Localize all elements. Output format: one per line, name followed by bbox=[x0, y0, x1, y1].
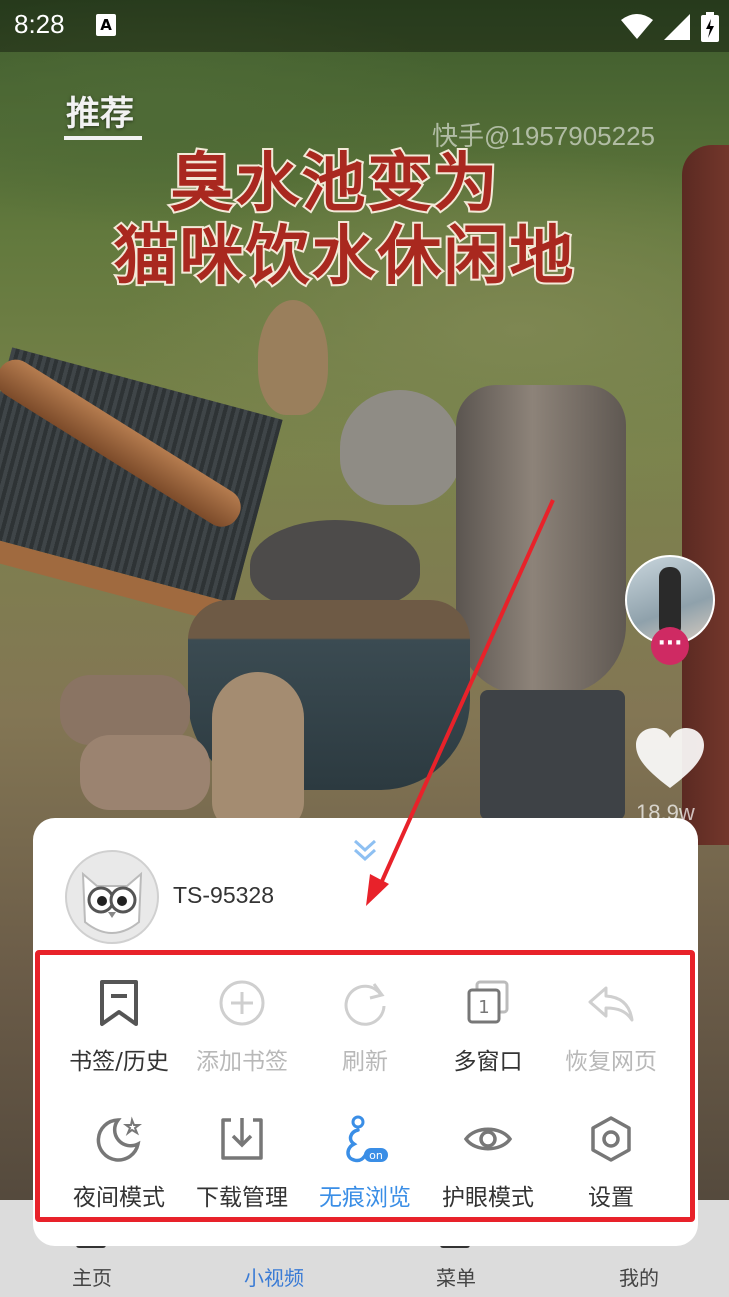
stone bbox=[80, 735, 210, 810]
status-bar: 8:28 A bbox=[0, 0, 729, 52]
wifi-icon bbox=[620, 14, 653, 39]
owl-icon bbox=[81, 871, 143, 934]
cat bbox=[258, 300, 328, 415]
nav-me[interactable]: 我的 bbox=[579, 1262, 699, 1291]
water-jar bbox=[456, 385, 626, 695]
heart-icon[interactable] bbox=[636, 728, 704, 790]
jar-base bbox=[480, 690, 625, 820]
user-avatar[interactable] bbox=[65, 850, 159, 944]
cat bbox=[340, 390, 460, 505]
nav-short-video[interactable]: 小视频 bbox=[214, 1262, 334, 1291]
signal-icon bbox=[663, 14, 690, 40]
more-button[interactable]: ··· bbox=[651, 627, 689, 665]
stone bbox=[212, 672, 304, 832]
status-icons bbox=[615, 12, 719, 42]
cat bbox=[250, 520, 420, 610]
username[interactable]: TS-95328 bbox=[173, 882, 274, 909]
nav-menu[interactable]: 菜单 bbox=[396, 1262, 516, 1291]
nav-home[interactable]: 主页 bbox=[32, 1262, 152, 1291]
annotation-highlight-box bbox=[35, 950, 695, 1222]
battery-icon bbox=[701, 12, 719, 42]
keyboard-badge-icon: A bbox=[96, 14, 116, 36]
collapse-chevron-icon[interactable] bbox=[351, 838, 379, 864]
tab-recommend[interactable]: 推荐 bbox=[66, 86, 134, 135]
status-time: 8:28 bbox=[14, 9, 65, 39]
video-headline-line2: 猫咪饮水休闲地 bbox=[112, 218, 576, 296]
